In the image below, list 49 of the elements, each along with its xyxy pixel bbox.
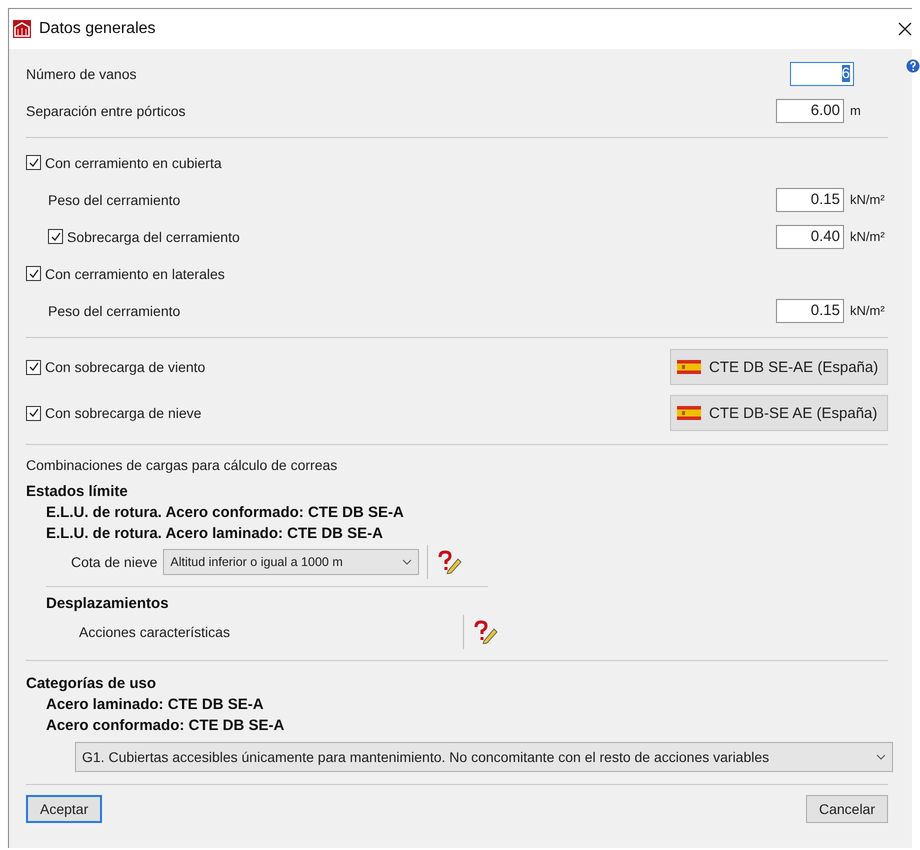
checkbox[interactable]	[26, 155, 41, 170]
item-label: Acciones características	[78, 624, 231, 640]
input-field[interactable]: 0.40	[776, 224, 844, 248]
field-label: Peso del cerramiento	[48, 192, 182, 208]
checkbox-label[interactable]: Con sobrecarga de viento	[45, 359, 206, 375]
checkbox-label[interactable]: Con cerramiento en cubierta	[45, 154, 222, 170]
unit-label: kN/m²	[849, 302, 886, 320]
cancel-button[interactable]: Cancelar	[806, 795, 888, 823]
chevron-down-icon	[402, 559, 412, 565]
section-heading: Categorías de uso	[26, 674, 158, 694]
norm-button[interactable]: CTE DB SE-AE (España)	[670, 349, 888, 385]
field-label: Separación entre pórticos	[26, 102, 187, 118]
input-field[interactable]: 0.15	[776, 188, 844, 212]
help-icon[interactable]	[906, 59, 920, 73]
flag-icon	[677, 406, 701, 420]
field-label: Cota de nieve	[71, 554, 158, 570]
flag-icon	[677, 360, 701, 374]
section-title: Combinaciones de cargas para cálculo de correas	[26, 457, 338, 473]
field-label: Peso del cerramiento	[48, 302, 182, 318]
dropdown[interactable]: Altitud inferior o igual a 1000 m	[163, 549, 420, 575]
checkbox[interactable]	[26, 406, 41, 420]
input-field[interactable]: 0.15	[776, 298, 844, 322]
accept-button[interactable]: Aceptar	[26, 795, 102, 823]
combination-text: E.L.U. de rotura. Acero conformado: CTE DB SE-A	[45, 503, 405, 523]
close-icon[interactable]	[898, 22, 912, 36]
section-heading: Desplazamientos	[45, 594, 170, 614]
checkbox[interactable]	[26, 266, 41, 281]
checkbox-label[interactable]: Con sobrecarga de nieve	[45, 405, 202, 421]
section-heading: Estados límite	[26, 482, 129, 502]
unit-label: kN/m²	[849, 190, 886, 208]
unit-label: m	[849, 102, 862, 120]
usage-text: Acero laminado: CTE DB SE-A	[45, 695, 265, 715]
usage-text: Acero conformado: CTE DB SE-A	[45, 716, 286, 736]
input-field[interactable]: 6	[790, 62, 854, 86]
combination-text: E.L.U. de rotura. Acero laminado: CTE DB SE-A	[45, 524, 384, 544]
checkbox-label[interactable]: Sobrecarga del cerramiento	[67, 228, 240, 244]
unit-label: kN/m²	[849, 228, 886, 246]
edit-help-icon[interactable]	[472, 620, 498, 644]
dropdown[interactable]: G1. Cubiertas accesibles únicamente para mantenimiento. No concomitante con el resto de acciones variables	[75, 742, 893, 772]
field-label: Número de vanos	[26, 66, 138, 82]
norm-button[interactable]: CTE DB-SE AE (España)	[670, 395, 888, 431]
checkbox-label[interactable]: Con cerramiento en laterales	[45, 266, 225, 282]
app-icon	[13, 20, 31, 38]
edit-help-icon[interactable]	[436, 550, 462, 574]
window-title: Datos generales	[39, 20, 156, 38]
checkbox[interactable]	[26, 360, 41, 374]
input-field[interactable]: 6.00	[776, 98, 844, 122]
chevron-down-icon	[876, 754, 886, 760]
checkbox[interactable]	[48, 229, 63, 244]
